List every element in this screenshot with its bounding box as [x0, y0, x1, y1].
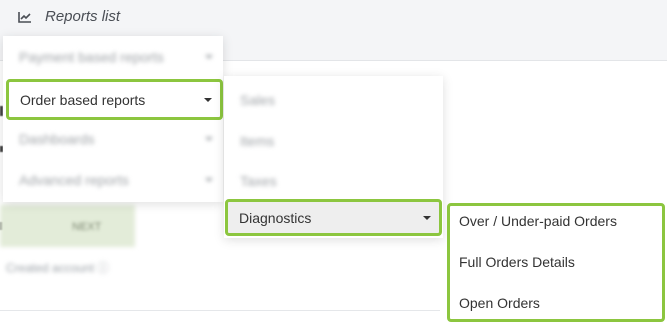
menu-item-advanced-reports[interactable]: Advanced reports	[3, 159, 223, 200]
screen: Reports list NEXT Created account ⓘ Paym…	[0, 0, 667, 325]
menu-item-diagnostics[interactable]: Diagnostics	[225, 199, 442, 236]
menu-item-items[interactable]: Items	[224, 120, 443, 161]
caret-down-icon	[423, 215, 431, 220]
menu-item-over-under-paid-orders[interactable]: Over / Under-paid Orders	[459, 213, 617, 229]
menu-item-dashboards[interactable]: Dashboards	[3, 118, 223, 159]
caret-down-icon	[205, 54, 213, 59]
caret-down-icon	[205, 177, 213, 182]
divider	[0, 310, 440, 311]
background-button	[0, 205, 135, 247]
caret-down-icon	[205, 136, 213, 141]
menu-item-taxes[interactable]: Taxes	[224, 160, 443, 201]
menu-item-sales[interactable]: Sales	[224, 79, 443, 120]
menu-item-payment-based-reports[interactable]: Payment based reports	[3, 36, 223, 77]
diagnostics-submenu: Over / Under-paid Orders Full Orders Det…	[447, 203, 665, 322]
line-chart-icon	[18, 12, 31, 23]
background-button-label: NEXT	[72, 221, 102, 233]
menu-item-order-based-reports[interactable]: Order based reports	[6, 79, 223, 120]
page-title: Reports list	[45, 8, 121, 25]
menu-item-open-orders[interactable]: Open Orders	[459, 295, 540, 311]
caret-down-icon	[204, 97, 212, 102]
background-footer-text: Created account	[6, 261, 95, 275]
menu-item-full-orders-details[interactable]: Full Orders Details	[459, 254, 575, 270]
help-icon: ⓘ	[97, 261, 110, 275]
